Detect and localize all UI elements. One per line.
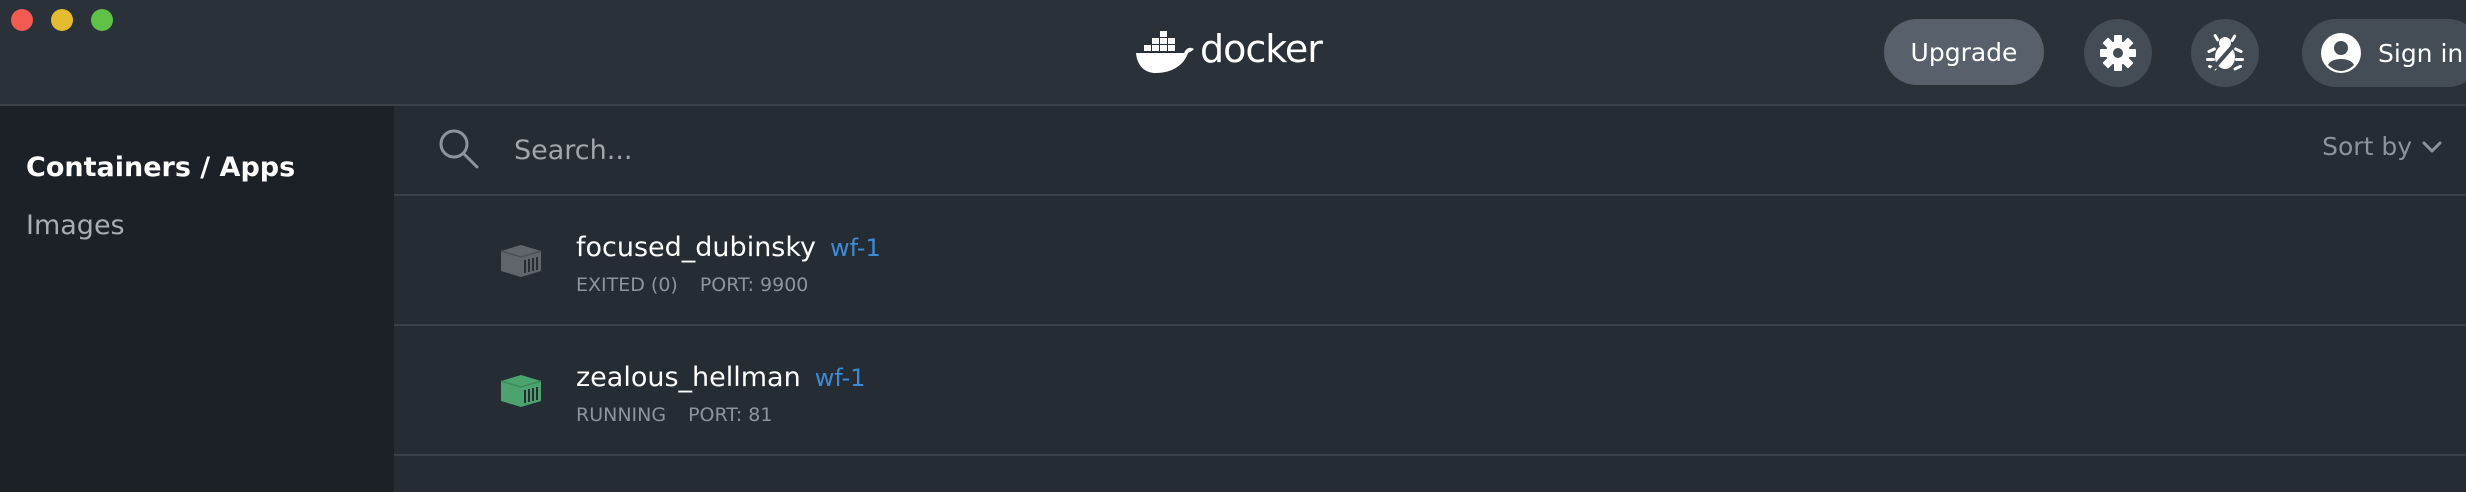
- docker-logo: docker: [1134, 26, 1323, 76]
- container-name: zealous_hellman wf-1: [576, 362, 865, 393]
- sign-in-button[interactable]: Sign in: [2302, 19, 2466, 87]
- main-panel: Sort by focused_dubinsky wf-1 EXITED (0) P…: [394, 106, 2466, 492]
- sidebar: Containers / Apps Images: [0, 106, 394, 492]
- container-tag[interactable]: wf-1: [815, 364, 866, 392]
- container-icon: [500, 375, 542, 407]
- container-name-text: zealous_hellman: [576, 362, 801, 393]
- container-meta: RUNNING PORT: 81: [576, 404, 772, 426]
- search-input[interactable]: [512, 124, 1816, 176]
- user-icon: [2321, 33, 2361, 73]
- container-row[interactable]: focused_dubinsky wf-1 EXITED (0) PORT: 990…: [394, 196, 2466, 326]
- troubleshoot-button[interactable]: [2191, 19, 2259, 87]
- container-icon: [500, 245, 542, 277]
- container-status: RUNNING: [576, 404, 667, 426]
- container-status: EXITED (0): [576, 274, 678, 296]
- container-name-text: focused_dubinsky: [576, 232, 817, 263]
- close-window-button[interactable]: [11, 9, 33, 31]
- upgrade-button[interactable]: Upgrade: [1884, 19, 2044, 85]
- bug-icon: [2206, 34, 2244, 73]
- container-port: PORT: 9900: [699, 274, 809, 296]
- zoom-window-button[interactable]: [91, 9, 113, 31]
- sign-in-label: Sign in: [2378, 38, 2464, 68]
- container-tag[interactable]: wf-1: [830, 234, 881, 262]
- container-name: focused_dubinsky wf-1: [576, 232, 881, 263]
- settings-button[interactable]: [2084, 19, 2152, 87]
- container-meta: EXITED (0) PORT: 9900: [576, 274, 808, 296]
- sort-by-label: Sort by: [2322, 132, 2412, 161]
- container-row[interactable]: zealous_hellman wf-1 RUNNING PORT: 81: [394, 326, 2466, 456]
- search-icon: [439, 129, 479, 169]
- sidebar-item-images[interactable]: Images: [26, 210, 125, 241]
- gear-icon: [2100, 35, 2136, 71]
- docker-whale-icon: [1136, 31, 1194, 73]
- search-bar: Sort by: [394, 106, 2466, 196]
- minimize-window-button[interactable]: [51, 9, 73, 31]
- container-port: PORT: 81: [688, 404, 773, 426]
- sidebar-item-containers-apps[interactable]: Containers / Apps: [26, 152, 295, 183]
- docker-wordmark: docker: [1200, 27, 1323, 71]
- title-bar: docker Upgrade Sign in: [0, 0, 2466, 106]
- sort-by-dropdown[interactable]: Sort by: [2322, 132, 2442, 161]
- chevron-down-icon: [2422, 141, 2442, 152]
